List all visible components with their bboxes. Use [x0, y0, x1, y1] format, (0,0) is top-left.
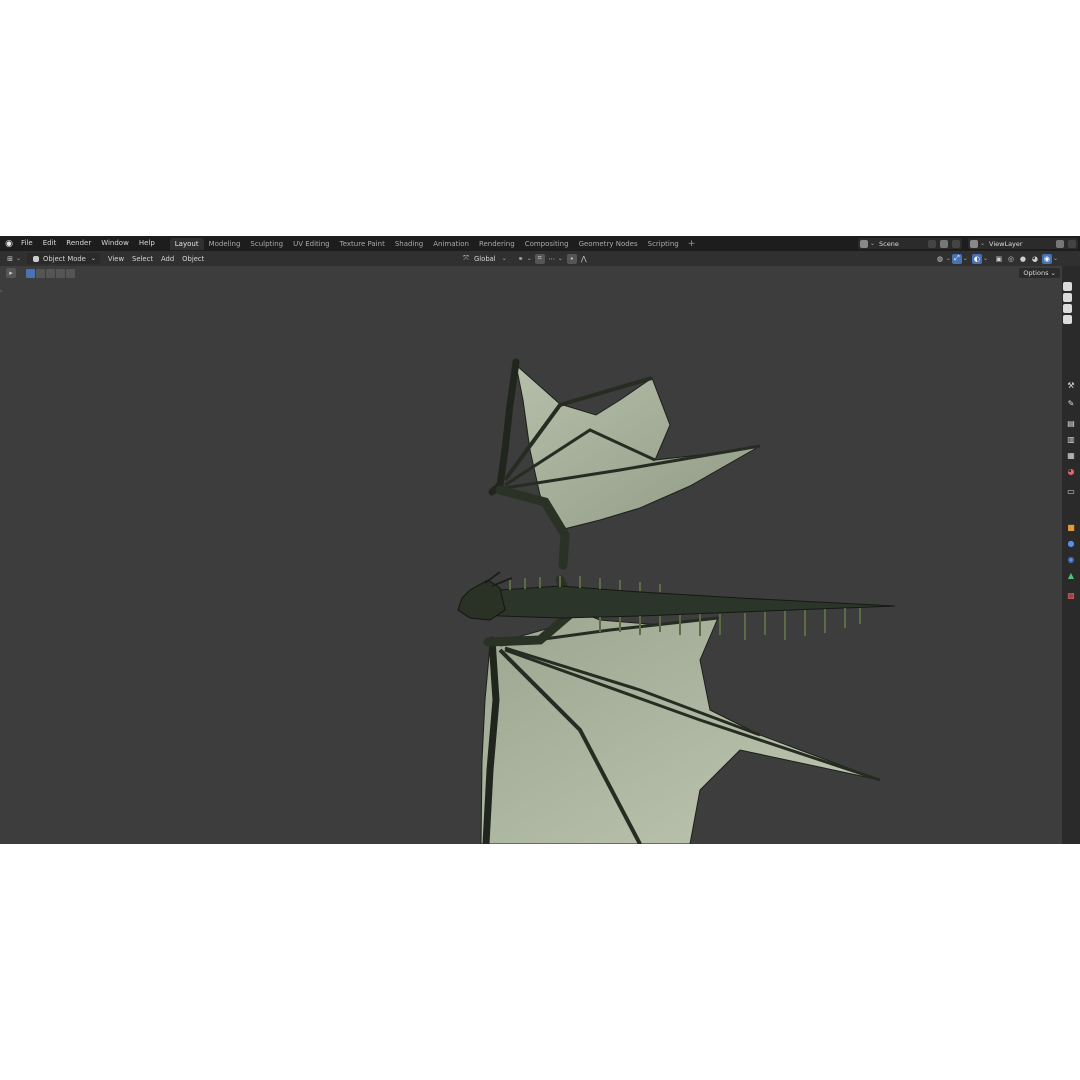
options-dropdown[interactable]: Options ⌄	[1019, 268, 1060, 278]
tab-geometry-nodes[interactable]: Geometry Nodes	[574, 238, 643, 250]
lower-wing	[480, 609, 881, 844]
blender-window: ◉ File Edit Render Window Help Layout Mo…	[0, 236, 1080, 844]
viewlayer-selector[interactable]: ⌄ ViewLayer	[968, 238, 1078, 249]
viewlayer-icon	[970, 239, 978, 248]
camera-view-icon[interactable]	[1063, 282, 1072, 291]
snap-target-icon[interactable]: ⋯	[547, 254, 557, 264]
pivot-point-icon[interactable]: ⚭	[516, 254, 526, 264]
dragon-head	[457, 579, 506, 621]
wireframe-shading-icon[interactable]: ◎	[1006, 254, 1016, 264]
pin-icon[interactable]	[928, 239, 936, 248]
camera-view-icon[interactable]	[1063, 315, 1072, 324]
upper-wing	[515, 363, 761, 531]
tool-properties-icon[interactable]: ⚒	[1066, 381, 1076, 391]
tool-settings-row: ▸ Options ⌄	[0, 266, 1062, 280]
select-intersect-icon[interactable]	[66, 268, 75, 278]
tab-uv-editing[interactable]: UV Editing	[288, 238, 335, 250]
tab-layout[interactable]: Layout	[169, 237, 204, 250]
properties-tab-strip: ⚒ ✎ ▤ ▥ ▦ ◕ ▭ ■ ● ◉ ▲ ▩	[1062, 266, 1080, 844]
physics-properties-icon[interactable]: ◉	[1066, 555, 1076, 565]
snap-icon[interactable]: ⌗	[534, 253, 545, 264]
camera-view-icon[interactable]	[1063, 304, 1072, 313]
overlays-icon[interactable]: ◐	[971, 253, 982, 264]
options-label: Options	[1023, 269, 1049, 277]
mode-label: Object Mode	[43, 254, 86, 263]
scene-icon	[860, 239, 868, 248]
gizmo-icon[interactable]: ⤢	[951, 253, 962, 264]
menu-window[interactable]: Window	[96, 236, 134, 251]
output-properties-icon[interactable]: ▥	[1066, 435, 1076, 445]
select-subtract-icon[interactable]	[46, 268, 55, 278]
material-properties-icon[interactable]: ▩	[1066, 591, 1076, 601]
camera-view-icon[interactable]	[1063, 293, 1072, 302]
tab-compositing[interactable]: Compositing	[520, 238, 574, 250]
xray-icon[interactable]: ▣	[994, 254, 1004, 264]
menu-add[interactable]: Add	[157, 255, 178, 263]
dragon-model	[457, 358, 896, 844]
tab-texture-paint[interactable]: Texture Paint	[335, 238, 390, 250]
viewport-header: ⊞ ⌄ Object Mode ⌄ View Select Add Object…	[0, 251, 1080, 266]
menu-edit[interactable]: Edit	[38, 236, 62, 251]
tab-shading[interactable]: Shading	[390, 238, 428, 250]
menu-object[interactable]: Object	[178, 255, 208, 263]
view-layer-properties-icon[interactable]: ▦	[1066, 451, 1076, 461]
falloff-icon[interactable]: ⋀	[579, 254, 589, 264]
dragon-body	[469, 585, 896, 619]
select-extend-icon[interactable]	[36, 268, 45, 278]
blender-logo-icon[interactable]: ◉	[2, 236, 16, 251]
active-tool-icon[interactable]: ▸	[6, 268, 16, 278]
chevron-down-icon: ⌄	[90, 255, 96, 262]
mode-dropdown[interactable]: Object Mode ⌄	[27, 253, 100, 264]
scene-selector[interactable]: ⌄ Scene	[858, 238, 962, 249]
3d-viewport[interactable]: ›	[0, 280, 1062, 844]
editor-type-icon[interactable]: ⊞	[5, 254, 15, 264]
select-new-icon[interactable]	[26, 268, 35, 278]
scene-name[interactable]: Scene	[879, 240, 899, 248]
menu-view[interactable]: View	[104, 255, 128, 263]
menu-render[interactable]: Render	[61, 236, 96, 251]
proportional-edit-icon[interactable]: •	[566, 253, 577, 264]
active-tool-properties-icon[interactable]: ✎	[1066, 399, 1076, 409]
menu-select[interactable]: Select	[128, 255, 157, 263]
tab-animation[interactable]: Animation	[428, 238, 474, 250]
material-shading-icon[interactable]: ◕	[1030, 254, 1040, 264]
modifier-properties-icon[interactable]: ●	[1066, 539, 1076, 549]
new-scene-icon[interactable]	[940, 239, 948, 248]
tab-modeling[interactable]: Modeling	[204, 238, 246, 250]
tab-rendering[interactable]: Rendering	[474, 238, 520, 250]
workspace-tabs: Layout Modeling Sculpting UV Editing Tex…	[169, 236, 700, 251]
menu-help[interactable]: Help	[134, 236, 160, 251]
viewlayer-name[interactable]: ViewLayer	[989, 240, 1023, 248]
object-data-properties-icon[interactable]: ▲	[1066, 571, 1076, 581]
delete-viewlayer-icon[interactable]	[1068, 239, 1076, 248]
solid-shading-icon[interactable]: ●	[1018, 254, 1028, 264]
tab-sculpting[interactable]: Sculpting	[245, 238, 288, 250]
transform-orientation-icon[interactable]: ⤧	[461, 254, 471, 264]
tab-scripting[interactable]: Scripting	[643, 238, 684, 250]
world-properties-icon[interactable]: ▭	[1066, 487, 1076, 497]
menu-file[interactable]: File	[16, 236, 38, 251]
delete-scene-icon[interactable]	[952, 239, 960, 248]
visibility-icon[interactable]: ◍	[935, 254, 945, 264]
add-workspace-icon[interactable]: +	[684, 239, 700, 249]
render-properties-icon[interactable]: ▤	[1066, 419, 1076, 429]
rendered-shading-icon[interactable]: ◉	[1041, 253, 1052, 264]
object-properties-icon[interactable]: ■	[1066, 523, 1076, 533]
top-bar: ◉ File Edit Render Window Help Layout Mo…	[0, 236, 1080, 251]
transform-orientation-label[interactable]: Global	[474, 255, 496, 263]
new-viewlayer-icon[interactable]	[1056, 239, 1064, 248]
object-mode-icon	[33, 255, 40, 262]
select-invert-icon[interactable]	[56, 268, 65, 278]
scene-properties-icon[interactable]: ◕	[1066, 467, 1076, 477]
